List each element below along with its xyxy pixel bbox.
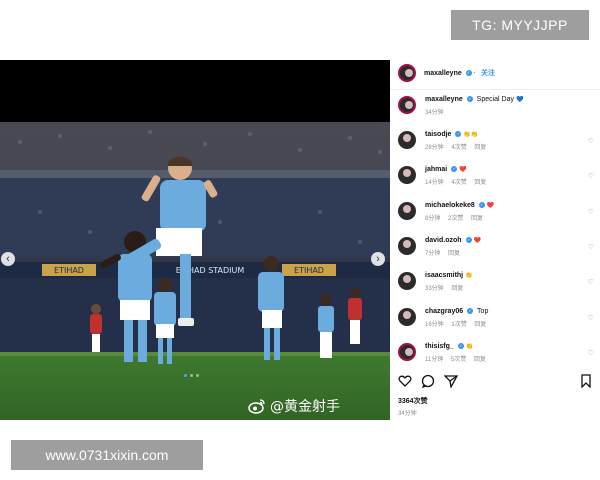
weibo-icon — [248, 399, 265, 414]
comment-time: 16分钟 — [425, 322, 444, 328]
reply-button[interactable]: 回复 — [451, 286, 463, 292]
verified-badge-icon: ✓ — [478, 202, 485, 209]
verified-badge-icon: ✓ — [466, 96, 473, 103]
like-comment-icon[interactable]: ♡ — [588, 137, 594, 145]
comment-likes[interactable]: 1次赞 — [451, 322, 466, 328]
verified-badge-icon: ✓ — [455, 131, 462, 138]
reply-button[interactable]: 回复 — [474, 322, 486, 328]
post-timestamp: 34分钟 — [398, 411, 417, 417]
carousel-dots — [184, 374, 199, 377]
comment-avatar[interactable] — [398, 96, 416, 114]
header-divider — [390, 89, 600, 90]
comment-item: isaacsmithj 👏 33分钟 回复 ♡ — [398, 272, 598, 300]
comment-emoji: ❤️ — [459, 167, 467, 173]
board-text-right: ETIHAD — [294, 266, 324, 275]
author-avatar[interactable] — [398, 64, 416, 82]
next-image-button[interactable]: › — [371, 252, 385, 266]
comment-time: 14分钟 — [425, 180, 444, 186]
comment-item: jahmai ✓ ❤️ 14分钟 4次赞 回复 ♡ — [398, 166, 598, 194]
comment-username[interactable]: isaacsmithj — [425, 272, 463, 279]
comment-avatar[interactable] — [398, 237, 416, 255]
bookmark-icon[interactable] — [580, 374, 592, 388]
like-comment-icon[interactable]: ♡ — [588, 243, 594, 251]
comment-likes[interactable]: 4次赞 — [451, 180, 466, 186]
verified-badge-icon: ✓ — [465, 237, 472, 244]
share-send-icon[interactable] — [444, 374, 458, 388]
carousel-dot[interactable] — [190, 374, 193, 377]
comment-emoji: ❤️ — [486, 203, 495, 209]
like-comment-icon[interactable]: ♡ — [588, 349, 594, 357]
comment-username[interactable]: maxalleyne — [425, 96, 463, 103]
comment-text: Top — [477, 308, 489, 315]
comment-emoji: 💙 — [515, 97, 524, 103]
comment-username[interactable]: thisisfg_ — [425, 343, 454, 350]
comment-emoji: 👏👏 — [463, 132, 479, 138]
comment-time: 34分钟 — [425, 110, 444, 116]
verified-badge-icon: ✓ — [457, 343, 464, 350]
verified-badge-icon: ✓ — [467, 308, 474, 315]
weibo-watermark: @黄金射手 — [248, 396, 340, 416]
reply-button[interactable]: 回复 — [474, 145, 486, 151]
comment-time: 11分钟 — [425, 357, 444, 363]
comment-item: taisodje ✓ 👏👏 28分钟 4次赞 回复 ♡ — [398, 131, 598, 159]
post-author-line: maxalleyne ✓ · 关注 — [424, 70, 495, 77]
comment-item: chazgray06 ✓ Top 16分钟 1次赞 回复 ♡ — [398, 308, 598, 336]
comment-avatar[interactable] — [398, 131, 416, 149]
comment-avatar[interactable] — [398, 308, 416, 326]
post-sidebar: maxalleyne ✓ · 关注 maxalleyne ✓ Special D… — [390, 60, 600, 420]
instagram-post: ETIHAD ETIHAD STADIUM ETIHAD ‹ › @黄金射手 m… — [0, 60, 600, 420]
comment-likes[interactable]: 2次赞 — [448, 216, 463, 222]
like-comment-icon[interactable]: ♡ — [588, 172, 594, 180]
watermark-bottom: www.0731xixin.com — [11, 440, 203, 470]
comment-emoji: ❤️ — [473, 238, 481, 244]
watermark-top: TG: MYYJJPP — [451, 10, 589, 40]
like-comment-icon[interactable]: ♡ — [588, 278, 594, 286]
comment-time: 8分钟 — [425, 216, 441, 222]
comment-time: 7分钟 — [425, 251, 441, 257]
comment-avatar[interactable] — [398, 166, 416, 184]
comment-likes[interactable]: 4次赞 — [451, 145, 466, 151]
post-media: ETIHAD ETIHAD STADIUM ETIHAD ‹ › @黄金射手 — [0, 60, 390, 420]
comment-avatar[interactable] — [398, 272, 416, 290]
comment-likes[interactable]: 5次赞 — [451, 357, 466, 363]
post-photo: ETIHAD ETIHAD STADIUM ETIHAD ‹ › — [0, 122, 390, 420]
board-text-left: ETIHAD — [54, 266, 84, 275]
comment-bubble-icon[interactable] — [421, 374, 435, 388]
post-like-count[interactable]: 3364次赞 — [398, 396, 428, 406]
caption: maxalleyne ✓ Special Day 💙 34分钟 — [398, 96, 598, 124]
like-comment-icon[interactable]: ♡ — [588, 208, 594, 216]
comment-emoji: 👏 — [465, 344, 474, 350]
reply-button[interactable]: 回复 — [471, 216, 483, 222]
comment-item: thisisfg_ ✓ 👏 11分钟 5次赞 回复 ♡ — [398, 343, 598, 371]
author-username[interactable]: maxalleyne — [424, 70, 462, 77]
comment-emoji: 👏 — [465, 273, 473, 279]
verified-badge-icon: ✓ — [465, 70, 472, 77]
like-comment-icon[interactable]: ♡ — [588, 314, 594, 322]
like-heart-icon[interactable] — [398, 374, 412, 388]
weibo-credit: @黄金射手 — [270, 399, 340, 415]
comment-username[interactable]: michaelokeke8 — [425, 202, 475, 209]
comment-text: Special Day — [476, 96, 515, 103]
comment-username[interactable]: chazgray06 — [425, 308, 463, 315]
post-actions — [398, 374, 458, 388]
comment-time: 28分钟 — [425, 145, 444, 151]
comment-username[interactable]: jahmai — [425, 166, 447, 173]
reply-button[interactable]: 回复 — [448, 251, 460, 257]
reply-button[interactable]: 回复 — [474, 357, 486, 363]
comment-time: 33分钟 — [425, 286, 444, 292]
comment-item: michaelokeke8 ✓ ❤️ 8分钟 2次赞 回复 ♡ — [398, 202, 598, 230]
comment-item: david.ozoh ✓ ❤️ 7分钟 回复 ♡ — [398, 237, 598, 265]
comment-avatar[interactable] — [398, 202, 416, 220]
carousel-dot[interactable] — [196, 374, 199, 377]
carousel-dot[interactable] — [184, 374, 187, 377]
previous-image-button[interactable]: ‹ — [1, 252, 15, 266]
follow-button[interactable]: 关注 — [481, 70, 495, 77]
comment-avatar[interactable] — [398, 343, 416, 361]
verified-badge-icon: ✓ — [451, 166, 458, 173]
comment-username[interactable]: david.ozoh — [425, 237, 462, 244]
reply-button[interactable]: 回复 — [474, 180, 486, 186]
comment-username[interactable]: taisodje — [425, 131, 451, 138]
